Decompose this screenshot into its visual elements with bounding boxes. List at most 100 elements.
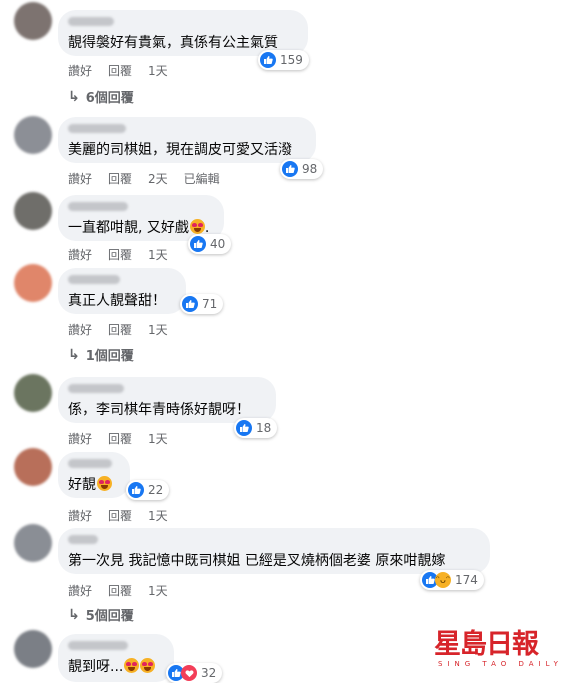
view-replies-link[interactable]: ↳ 6個回覆 [68,87,134,107]
timestamp[interactable]: 1天 [148,430,168,447]
heart-eyes-emoji-icon [124,658,140,673]
avatar[interactable] [14,2,52,40]
reaction-count: 22 [148,483,164,497]
comment-bubble: 好靚 [58,452,130,498]
like-button[interactable]: 讚好 [68,170,92,187]
logo-subtitle: SING TAO DAILY [438,660,563,668]
timestamp[interactable]: 1天 [148,582,168,599]
reply-button[interactable]: 回覆 [108,246,132,263]
like-reaction-icon [190,236,206,252]
reaction-count: 18 [256,421,272,435]
comment-actions: 讚好 回覆 1天 [68,430,184,447]
comment-text-body: 一直都咁靚, 又好戲 [68,220,189,236]
reaction-count: 71 [202,297,218,311]
view-replies-link[interactable]: ↳ 5個回覆 [68,605,134,625]
like-reaction-icon [128,482,144,498]
reply-arrow-icon: ↳ [68,88,80,105]
avatar[interactable] [14,264,52,302]
reaction-summary[interactable]: 18 [234,418,278,438]
comment-bubble: 第一次見 我記憶中既司棋姐 已經是叉燒柄個老婆 原來咁靚嫁 [58,528,490,574]
comment-text: 靚得褩好有貴氣，真係有公主氣質 [68,35,278,51]
comment-bubble: 真正人靚聲甜！ [58,268,186,314]
view-replies-link[interactable]: ↳ 1個回覆 [68,345,134,365]
like-button[interactable]: 讚好 [68,582,92,599]
reply-button[interactable]: 回覆 [108,430,132,447]
comment-text: 好靚 [68,474,112,494]
timestamp[interactable]: 1天 [148,321,168,338]
reaction-summary[interactable]: 32 [166,663,223,683]
comment-text: 靚到呀... [68,656,156,676]
author-name-blurred[interactable] [68,535,98,544]
reply-button[interactable]: 回覆 [108,582,132,599]
edited-label[interactable]: 已編輯 [184,170,220,187]
timestamp[interactable]: 1天 [148,62,168,79]
comment-actions: 讚好 回覆 1天 [68,321,184,338]
avatar[interactable] [14,116,52,154]
comment-actions: 讚好 回覆 2天 已編輯 [68,170,236,187]
reaction-summary[interactable]: ᵔᴗᵔ 174 [420,570,484,590]
comment-bubble: 靚到呀... [58,634,174,682]
replies-count: 6個回覆 [85,91,134,106]
like-reaction-icon [182,296,198,312]
sing-tao-daily-logo: 星島日報 SING TAO DAILY [434,630,563,669]
reaction-summary[interactable]: 98 [280,159,324,179]
reaction-summary[interactable]: 71 [180,294,224,314]
comment-text: 美麗的司棋姐，現在調皮可愛又活潑 [68,142,292,158]
like-reaction-icon [260,52,276,68]
reaction-summary[interactable]: 159 [258,50,309,70]
like-button[interactable]: 讚好 [68,321,92,338]
author-name-blurred[interactable] [68,459,112,468]
like-reaction-icon [236,420,252,436]
logo-title: 星島日報 [434,629,539,660]
reaction-summary[interactable]: 40 [188,234,232,254]
avatar[interactable] [14,374,52,412]
avatar[interactable] [14,524,52,562]
avatar[interactable] [14,630,52,668]
comment-text: 係，李司棋年青時係好靚呀！ [68,402,250,418]
avatar[interactable] [14,448,52,486]
comment-actions: 讚好 回覆 1天 [68,62,184,79]
comment-text: 第一次見 我記憶中既司棋姐 已經是叉燒柄個老婆 原來咁靚嫁 [68,553,446,569]
author-name-blurred[interactable] [68,641,128,650]
comment-text-body: 靚到呀... [68,659,124,675]
author-name-blurred[interactable] [68,124,126,133]
like-button[interactable]: 讚好 [68,62,92,79]
comment-text: 一直都咁靚, 又好戲. [68,219,210,236]
heart-eyes-emoji-icon [97,476,112,491]
like-button[interactable]: 讚好 [68,430,92,447]
author-name-blurred[interactable] [68,384,124,393]
haha-reaction-icon: ᵔᴗᵔ [435,572,451,588]
comment-actions: 讚好 回覆 1天 [68,582,184,599]
like-button[interactable]: 讚好 [68,507,92,524]
comment-text: 真正人靚聲甜！ [68,293,166,309]
author-name-blurred[interactable] [68,202,128,211]
like-button[interactable]: 讚好 [68,246,92,263]
reply-arrow-icon: ↳ [68,606,80,623]
reply-button[interactable]: 回覆 [108,62,132,79]
reply-arrow-icon: ↳ [68,346,80,363]
comment-bubble: 係，李司棋年青時係好靚呀！ [58,377,276,423]
comment-actions: 讚好 回覆 1天 [68,507,184,524]
reaction-count: 159 [280,53,303,67]
reaction-count: 40 [210,237,226,251]
timestamp[interactable]: 2天 [148,170,168,187]
comment-bubble: 美麗的司棋姐，現在調皮可愛又活潑 [58,117,316,163]
like-reaction-icon [282,161,298,177]
reply-button[interactable]: 回覆 [108,170,132,187]
timestamp[interactable]: 1天 [148,507,168,524]
heart-eyes-emoji-icon [189,219,205,234]
comment-actions: 讚好 回覆 1天 [68,246,184,263]
replies-count: 5個回覆 [85,609,134,624]
reply-button[interactable]: 回覆 [108,321,132,338]
reaction-count: 98 [302,162,318,176]
reply-button[interactable]: 回覆 [108,507,132,524]
reaction-summary[interactable]: 22 [126,480,170,500]
author-name-blurred[interactable] [68,17,114,26]
heart-eyes-emoji-icon [140,658,156,673]
timestamp[interactable]: 1天 [148,246,168,263]
author-name-blurred[interactable] [68,275,120,284]
avatar[interactable] [14,192,52,230]
comment-text-body: 好靚 [68,477,96,493]
reaction-count: 32 [201,666,217,680]
reaction-count: 174 [455,573,478,587]
